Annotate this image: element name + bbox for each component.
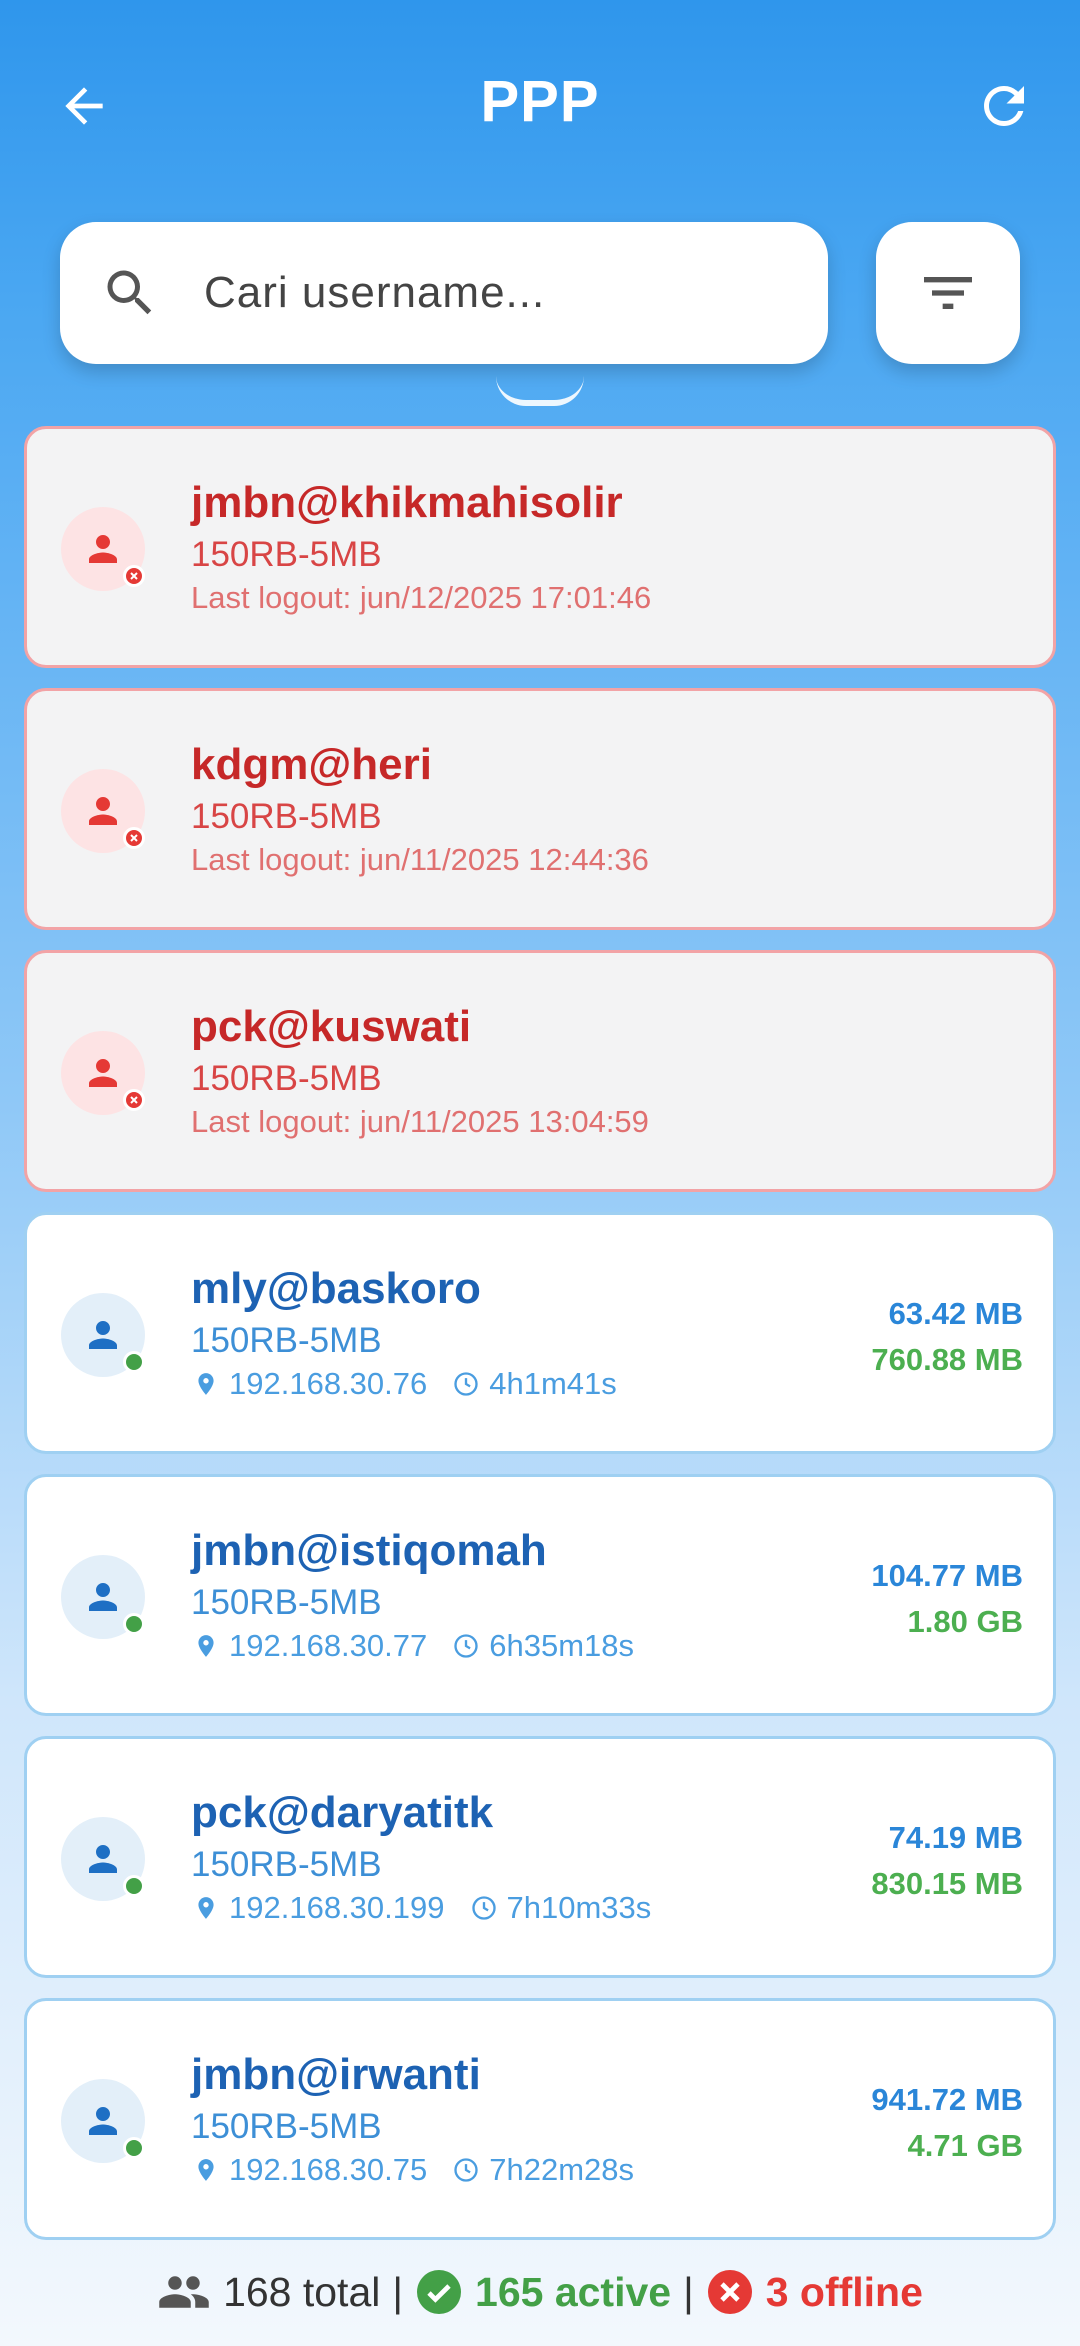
- profile-label: 150RB-5MB: [191, 1321, 382, 1360]
- avatar: [61, 507, 145, 591]
- clock-icon: [451, 1631, 481, 1661]
- list-item[interactable]: kdgm@heri 150RB-5MB Last logout: jun/11/…: [24, 688, 1056, 930]
- online-status-icon: [123, 1351, 145, 1373]
- ip-address: 192.168.30.77: [229, 1628, 428, 1663]
- last-logout: Last logout: jun/11/2025 12:44:36: [191, 842, 649, 877]
- uptime: 4h1m41s: [489, 1366, 617, 1401]
- location-pin-icon: [191, 1893, 221, 1923]
- avatar: [61, 1293, 145, 1377]
- offline-status-icon: [123, 827, 145, 849]
- avatar: [61, 769, 145, 853]
- location-pin-icon: [191, 2155, 221, 2185]
- app-bar: PPP: [0, 0, 1080, 210]
- avatar: [61, 2079, 145, 2163]
- online-status-icon: [123, 2137, 145, 2159]
- list-item[interactable]: pck@kuswati 150RB-5MB Last logout: jun/1…: [24, 950, 1056, 1192]
- ip-address: 192.168.30.75: [229, 2152, 428, 2187]
- people-icon: [157, 2265, 211, 2319]
- rx-bytes: 4.71 GB: [907, 2128, 1023, 2163]
- username: jmbn@istiqomah: [191, 1526, 547, 1575]
- list-item[interactable]: jmbn@istiqomah 150RB-5MB 192.168.30.77 6…: [24, 1474, 1056, 1716]
- traffic-stats: 941.72 MB 4.71 GB: [871, 2077, 1023, 2169]
- list-item[interactable]: mly@baskoro 150RB-5MB 192.168.30.76 4h1m…: [24, 1212, 1056, 1454]
- profile-label: 150RB-5MB: [191, 1583, 382, 1622]
- profile-label: 150RB-5MB: [191, 1059, 382, 1098]
- offline-status-icon: [123, 1089, 145, 1111]
- person-icon: [89, 1059, 117, 1087]
- cancel-circle-icon: [706, 2268, 754, 2316]
- rx-bytes: 760.88 MB: [871, 1342, 1023, 1377]
- last-logout: Last logout: jun/12/2025 17:01:46: [191, 580, 652, 615]
- username: kdgm@heri: [191, 740, 432, 789]
- separator: |: [683, 2268, 694, 2315]
- filter-button[interactable]: [876, 222, 1020, 364]
- username: jmbn@irwanti: [191, 2050, 481, 2099]
- rx-bytes: 830.15 MB: [871, 1866, 1023, 1901]
- uptime: 6h35m18s: [489, 1628, 635, 1663]
- person-icon: [89, 2107, 117, 2135]
- location-pin-icon: [191, 1369, 221, 1399]
- profile-label: 150RB-5MB: [191, 797, 382, 836]
- username: jmbn@khikmahisolir: [191, 478, 623, 527]
- username: pck@kuswati: [191, 1002, 472, 1051]
- profile-label: 150RB-5MB: [191, 1845, 382, 1884]
- traffic-stats: 74.19 MB 830.15 MB: [871, 1815, 1023, 1907]
- user-list: jmbn@khikmahisolir 150RB-5MB Last logout…: [24, 426, 1056, 2260]
- avatar: [61, 1555, 145, 1639]
- avatar: [61, 1031, 145, 1115]
- rx-bytes: 1.80 GB: [907, 1604, 1023, 1639]
- location-pin-icon: [191, 1631, 221, 1661]
- list-item[interactable]: jmbn@irwanti 150RB-5MB 192.168.30.75 7h2…: [24, 1998, 1056, 2240]
- check-circle-icon: [415, 2268, 463, 2316]
- search-input[interactable]: [204, 268, 764, 318]
- refresh-button[interactable]: [968, 70, 1040, 142]
- ip-address: 192.168.30.76: [229, 1366, 428, 1401]
- list-item[interactable]: jmbn@khikmahisolir 150RB-5MB Last logout…: [24, 426, 1056, 668]
- profile-label: 150RB-5MB: [191, 2107, 382, 2146]
- ip-address: 192.168.30.199: [229, 1890, 445, 1925]
- profile-label: 150RB-5MB: [191, 535, 382, 574]
- last-logout: Last logout: jun/11/2025 13:04:59: [191, 1104, 649, 1139]
- person-icon: [89, 1583, 117, 1611]
- filter-icon: [924, 277, 972, 309]
- active-count: 165 active: [475, 2268, 672, 2315]
- connection-meta: 192.168.30.76 4h1m41s: [191, 1363, 617, 1405]
- connection-meta: 192.168.30.75 7h22m28s: [191, 2149, 634, 2191]
- traffic-stats: 63.42 MB 760.88 MB: [871, 1291, 1023, 1383]
- person-icon: [89, 1321, 117, 1349]
- refresh-icon: [984, 86, 1024, 126]
- tx-bytes: 941.72 MB: [871, 2082, 1023, 2117]
- clock-icon: [451, 1369, 481, 1399]
- clock-icon: [451, 2155, 481, 2185]
- uptime: 7h10m33s: [506, 1890, 652, 1925]
- online-status-icon: [123, 1613, 145, 1635]
- page-title: PPP: [480, 69, 600, 134]
- tx-bytes: 74.19 MB: [888, 1820, 1023, 1855]
- connection-meta: 192.168.30.199 7h10m33s: [191, 1887, 651, 1929]
- separator: |: [392, 2268, 404, 2315]
- clock-icon: [469, 1893, 499, 1923]
- total-count: 168 total: [223, 2268, 381, 2315]
- summary-footer: 168 total | 165 active | 3 offline: [0, 2262, 1080, 2322]
- person-icon: [89, 797, 117, 825]
- tx-bytes: 63.42 MB: [888, 1296, 1023, 1331]
- person-icon: [89, 1845, 117, 1873]
- offline-count: 3 offline: [765, 2268, 923, 2315]
- search-box[interactable]: [60, 222, 828, 364]
- avatar: [61, 1817, 145, 1901]
- search-icon: [100, 263, 160, 323]
- username: pck@daryatitk: [191, 1788, 494, 1837]
- online-status-icon: [123, 1875, 145, 1897]
- tx-bytes: 104.77 MB: [871, 1558, 1023, 1593]
- username: mly@baskoro: [191, 1264, 481, 1313]
- list-item[interactable]: pck@daryatitk 150RB-5MB 192.168.30.199 7…: [24, 1736, 1056, 1978]
- traffic-stats: 104.77 MB 1.80 GB: [871, 1553, 1023, 1645]
- pull-indicator: [496, 376, 584, 406]
- uptime: 7h22m28s: [489, 2152, 635, 2187]
- connection-meta: 192.168.30.77 6h35m18s: [191, 1625, 634, 1667]
- offline-status-icon: [123, 565, 145, 587]
- person-icon: [89, 535, 117, 563]
